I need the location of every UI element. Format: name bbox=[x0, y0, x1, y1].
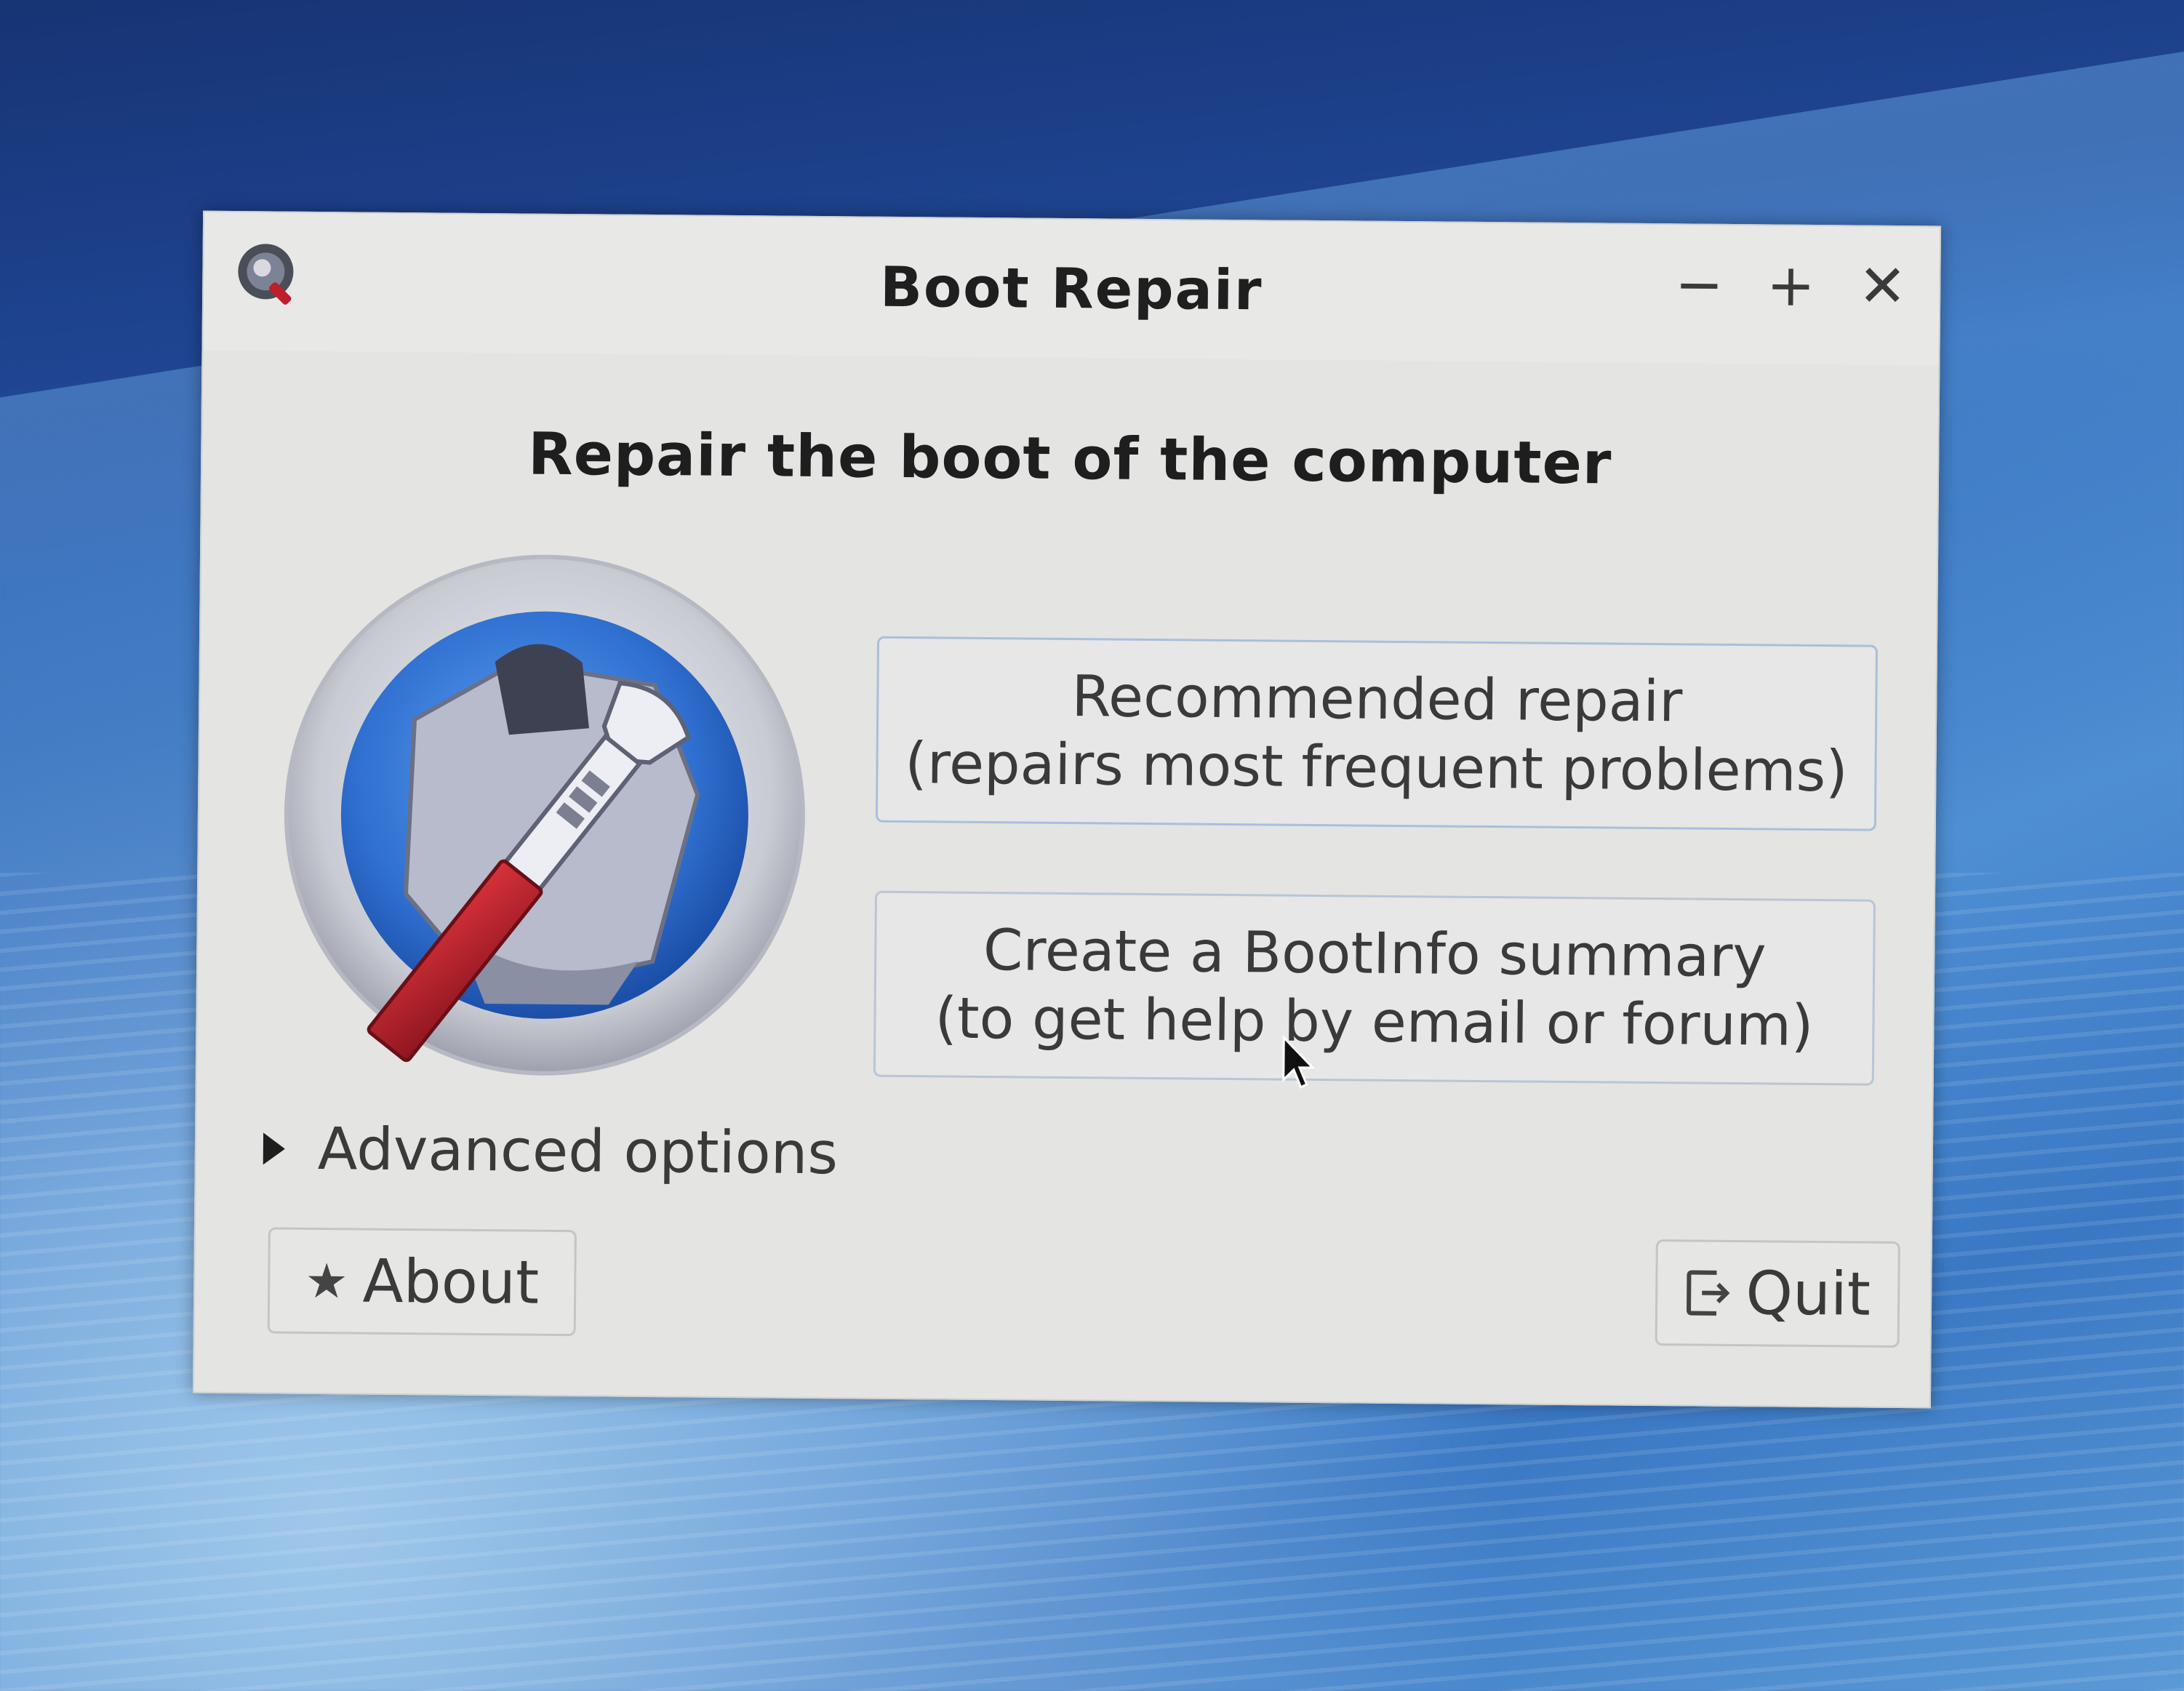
boot-repair-window: Boot Repair − + ✕ Repair the boot of the… bbox=[192, 210, 1942, 1409]
recommended-repair-sublabel: (repairs most frequent problems) bbox=[904, 731, 1849, 805]
mouse-pointer-icon bbox=[1282, 1034, 1316, 1089]
about-button[interactable]: ★ About bbox=[267, 1227, 577, 1337]
quit-button[interactable]: Quit bbox=[1655, 1239, 1900, 1348]
star-icon: ★ bbox=[305, 1252, 348, 1309]
close-button[interactable]: ✕ bbox=[1855, 252, 1911, 320]
bootinfo-summary-button[interactable]: Create a BootInfo summary (to get help b… bbox=[873, 890, 1876, 1086]
recommended-repair-button[interactable]: Recommended repair (repairs most frequen… bbox=[875, 636, 1879, 831]
window-controls: − + ✕ bbox=[1671, 250, 1911, 320]
maximize-button[interactable]: + bbox=[1763, 251, 1819, 319]
page-heading: Repair the boot of the computer bbox=[527, 420, 1612, 497]
exit-icon bbox=[1687, 1270, 1730, 1316]
bootinfo-summary-sublabel: (to get help by email or forum) bbox=[935, 986, 1814, 1059]
triangle-right-icon bbox=[263, 1132, 286, 1165]
about-label: About bbox=[362, 1247, 540, 1318]
bootinfo-summary-label: Create a BootInfo summary bbox=[983, 918, 1767, 991]
wrench-logo-icon bbox=[284, 554, 805, 1076]
advanced-options-label: Advanced options bbox=[317, 1115, 839, 1188]
advanced-options-expander[interactable]: Advanced options bbox=[263, 1114, 839, 1188]
recommended-repair-label: Recommended repair bbox=[1071, 664, 1683, 735]
minimize-button[interactable]: − bbox=[1671, 250, 1727, 319]
quit-label: Quit bbox=[1745, 1258, 1871, 1330]
title-bar[interactable]: Boot Repair − + ✕ bbox=[203, 212, 1940, 366]
